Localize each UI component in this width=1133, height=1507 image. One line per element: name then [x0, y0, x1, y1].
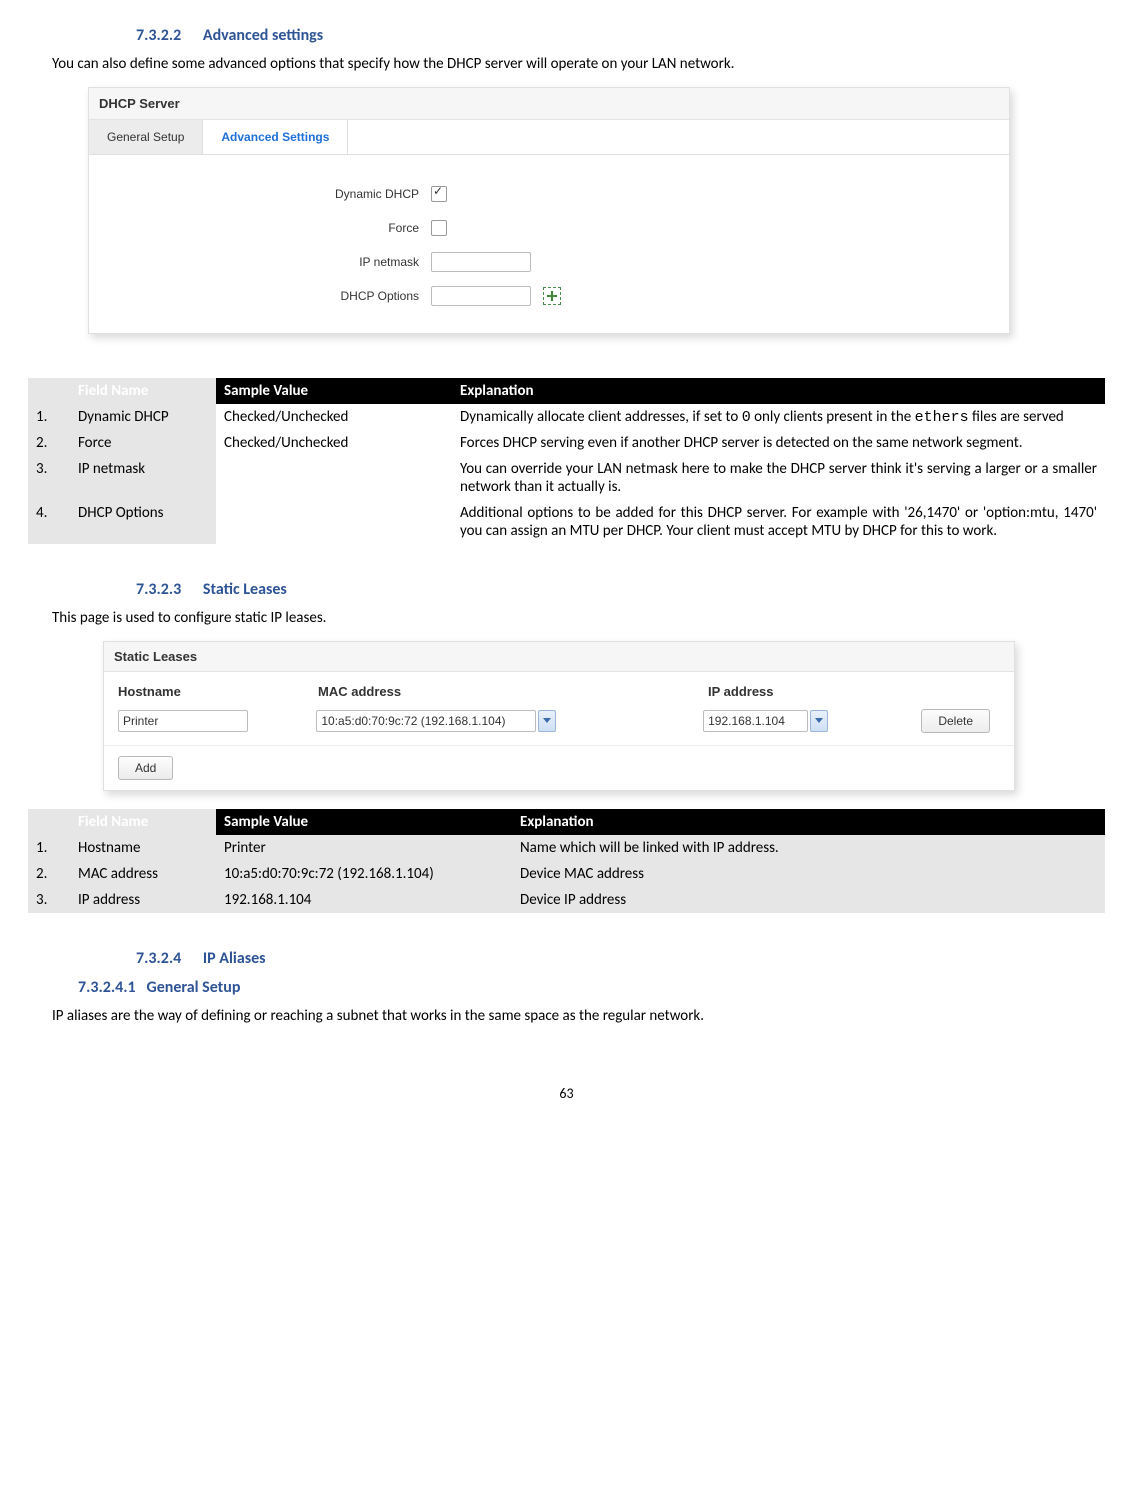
col-ip: IP address: [708, 684, 928, 699]
th-explanation: Explanation: [512, 809, 1105, 835]
th-sample: Sample Value: [216, 378, 452, 404]
chevron-down-icon[interactable]: [538, 710, 556, 732]
th-fieldname: Field Name: [70, 378, 216, 404]
static-leases-panel: Static Leases Hostname MAC address IP ad…: [103, 641, 1015, 791]
fn: IP netmask: [70, 456, 216, 500]
col-mac: MAC address: [318, 684, 708, 699]
col-hostname: Hostname: [118, 684, 318, 699]
input-hostname[interactable]: Printer: [118, 710, 248, 732]
checkbox-force[interactable]: [431, 220, 447, 236]
heading-ip-aliases: 7.3.2.4 IP Aliases: [136, 949, 1105, 968]
heading-title: General Setup: [147, 978, 241, 997]
ex: Additional options to be added for this …: [452, 500, 1105, 544]
tab-strip: General Setup Advanced Settings: [89, 120, 1009, 155]
ex: Name which will be linked with IP addres…: [512, 835, 1105, 861]
ex: Device IP address: [512, 887, 1105, 913]
page-number: 63: [28, 1085, 1105, 1102]
label-ip-netmask: IP netmask: [89, 255, 431, 269]
add-option-icon[interactable]: [543, 287, 561, 305]
leases-header-row: Hostname MAC address IP address: [104, 672, 1014, 707]
sv: 192.168.1.104: [216, 887, 512, 913]
ex: Device MAC address: [512, 861, 1105, 887]
heading-num: 7.3.2.2: [136, 26, 181, 45]
checkbox-dynamic-dhcp[interactable]: [431, 186, 447, 202]
heading-static-leases: 7.3.2.3 Static Leases: [136, 580, 1105, 599]
tab-general-setup[interactable]: General Setup: [89, 120, 203, 154]
label-force: Force: [89, 221, 431, 235]
heading-general-setup: 7.3.2.4.1 General Setup: [78, 978, 1105, 997]
idx: 2.: [28, 430, 70, 456]
tab-advanced-settings[interactable]: Advanced Settings: [203, 120, 348, 154]
fn: Hostname: [70, 835, 216, 861]
heading-title: IP Aliases: [203, 949, 266, 968]
fn: MAC address: [70, 861, 216, 887]
idx: 1.: [28, 835, 70, 861]
label-dhcp-options: DHCP Options: [89, 289, 431, 303]
add-button[interactable]: Add: [118, 756, 173, 780]
form-area: Dynamic DHCP Force IP netmask DHCP Optio…: [89, 155, 1009, 333]
leases-footer: Add: [104, 746, 1014, 790]
sv: [216, 456, 452, 500]
fn: DHCP Options: [70, 500, 216, 544]
delete-button[interactable]: Delete: [921, 709, 990, 733]
panel-title: DHCP Server: [89, 88, 1009, 120]
th-sample: Sample Value: [216, 809, 512, 835]
sv: Checked/Unchecked: [216, 430, 452, 456]
th-explanation: Explanation: [452, 378, 1105, 404]
dhcp-server-panel: DHCP Server General Setup Advanced Setti…: [88, 87, 1010, 334]
input-ip-netmask[interactable]: [431, 252, 531, 272]
ex: You can override your LAN netmask here t…: [452, 456, 1105, 500]
heading-num: 7.3.2.4.1: [78, 978, 136, 997]
chevron-down-icon[interactable]: [810, 710, 828, 732]
table-advanced-fields: Field Name Sample Value Explanation 1. D…: [28, 378, 1105, 544]
intro-ip-aliases: IP aliases are the way of defining or re…: [52, 1007, 1105, 1025]
heading-title: Static Leases: [203, 580, 287, 599]
fn: Force: [70, 430, 216, 456]
panel2-title: Static Leases: [104, 642, 1014, 672]
fn: IP address: [70, 887, 216, 913]
table-static-leases-fields: Field Name Sample Value Explanation 1. H…: [28, 809, 1105, 913]
heading-num: 7.3.2.3: [136, 580, 181, 599]
ex: Forces DHCP serving even if another DHCP…: [452, 430, 1105, 456]
intro-static-leases: This page is used to configure static IP…: [52, 609, 1105, 627]
intro-advanced: You can also define some advanced option…: [52, 55, 1105, 73]
idx: 4.: [28, 500, 70, 544]
label-dynamic-dhcp: Dynamic DHCP: [89, 187, 431, 201]
heading-advanced-settings: 7.3.2.2 Advanced settings: [136, 26, 1105, 45]
select-mac[interactable]: 10:a5:d0:70:9c:72 (192.168.1.104): [316, 710, 536, 732]
ex: Dynamically allocate client addresses, i…: [452, 404, 1105, 430]
sv: 10:a5:d0:70:9c:72 (192.168.1.104): [216, 861, 512, 887]
input-dhcp-options[interactable]: [431, 286, 531, 306]
lease-row: Printer 10:a5:d0:70:9c:72 (192.168.1.104…: [104, 707, 1014, 746]
th-blank: [28, 809, 70, 835]
idx: 3.: [28, 456, 70, 500]
sv: Printer: [216, 835, 512, 861]
idx: 2.: [28, 861, 70, 887]
fn: Dynamic DHCP: [70, 404, 216, 430]
idx: 3.: [28, 887, 70, 913]
th-fieldname: Field Name: [70, 809, 216, 835]
select-ip[interactable]: 192.168.1.104: [703, 710, 808, 732]
sv: Checked/Unchecked: [216, 404, 452, 430]
idx: 1.: [28, 404, 70, 430]
heading-num: 7.3.2.4: [136, 949, 181, 968]
th-blank: [28, 378, 70, 404]
sv: [216, 500, 452, 544]
heading-title: Advanced settings: [203, 26, 323, 45]
